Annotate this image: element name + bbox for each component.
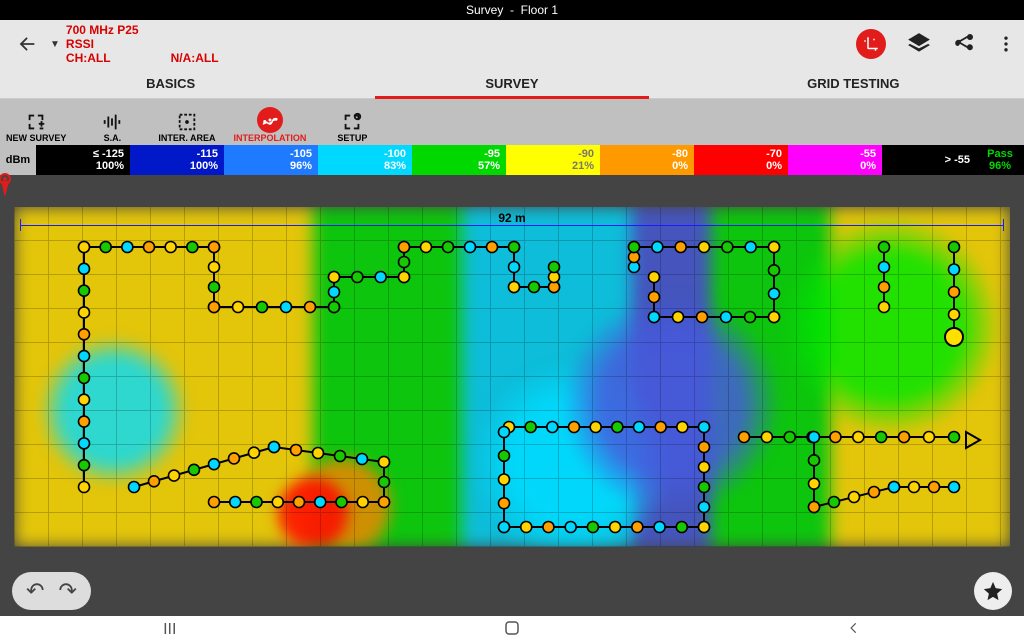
survey-toolbar: NEW SURVEY S.A. INTER. AREA INTERPOLATIO… xyxy=(0,99,1024,145)
legend-bin-9: > -55 xyxy=(882,145,976,175)
tool-interpolation[interactable]: INTERPOLATION xyxy=(234,107,307,143)
path-endpoint-marker xyxy=(945,328,963,346)
tool-setup[interactable]: SETUP xyxy=(324,111,380,143)
tool-interpolation-label: INTERPOLATION xyxy=(234,133,307,143)
header-bar: ▼ 700 MHz P25 RSSI CH:ALL N/A:ALL xyxy=(0,20,1024,68)
band-label: 700 MHz P25 xyxy=(66,23,219,37)
status-title-left: Survey xyxy=(466,3,503,17)
tool-new-survey-label: NEW SURVEY xyxy=(6,133,66,143)
legend-unit: dBm xyxy=(0,145,36,175)
legend-bin-2: -10596% xyxy=(224,145,318,175)
tool-sa[interactable]: S.A. xyxy=(84,111,140,143)
legend-bin-6: -800% xyxy=(600,145,694,175)
crop-icon xyxy=(862,35,880,53)
direction-marker xyxy=(966,432,980,448)
signal-info: 700 MHz P25 RSSI CH:ALL N/A:ALL xyxy=(60,23,219,65)
tool-new-survey[interactable]: NEW SURVEY xyxy=(6,111,66,143)
tool-setup-label: SETUP xyxy=(337,133,367,143)
star-icon xyxy=(982,580,1004,602)
interpolation-icon xyxy=(257,107,283,133)
favorite-button[interactable] xyxy=(974,572,1012,610)
legend-bin-4: -9557% xyxy=(412,145,506,175)
setup-icon xyxy=(341,111,363,133)
metric-label: RSSI xyxy=(66,37,219,51)
legend-bin-0: ≤ -125100% xyxy=(36,145,130,175)
legend-bin-3: -10083% xyxy=(318,145,412,175)
tab-survey[interactable]: SURVEY xyxy=(341,68,682,98)
na-label: N/A:ALL xyxy=(171,51,219,65)
legend-pass: Pass 96% xyxy=(976,145,1024,175)
tool-inter-area-label: INTER. AREA xyxy=(158,133,215,143)
android-navbar: III xyxy=(0,616,1024,641)
status-title-right: Floor 1 xyxy=(521,3,558,17)
tool-inter-area[interactable]: INTER. AREA xyxy=(158,111,215,143)
legend-bin-7: -700% xyxy=(694,145,788,175)
undo-button[interactable]: ↶ xyxy=(26,578,44,604)
more-vert-icon xyxy=(996,32,1016,56)
tab-grid-testing[interactable]: GRID TESTING xyxy=(683,68,1024,98)
back-button[interactable] xyxy=(0,33,54,55)
arrow-left-icon xyxy=(16,33,38,55)
legend: dBm ≤ -125100%-115100%-10596%-10083%-955… xyxy=(0,145,1024,175)
dropdown-caret[interactable]: ▼ xyxy=(50,39,60,50)
layers-button[interactable] xyxy=(906,31,932,57)
heatmap[interactable]: 92 m xyxy=(14,207,1010,547)
more-button[interactable] xyxy=(996,32,1016,56)
spectrum-icon xyxy=(101,111,123,133)
legend-bin-8: -550% xyxy=(788,145,882,175)
undo-redo-group: ↶ ↷ xyxy=(12,572,91,610)
legend-bin-1: -115100% xyxy=(130,145,224,175)
status-sep: - xyxy=(510,3,514,17)
share-icon xyxy=(952,32,976,56)
chevron-left-icon xyxy=(847,621,861,635)
walk-path xyxy=(14,207,1010,547)
home-icon xyxy=(503,619,521,637)
tab-basics-label: BASICS xyxy=(146,76,195,91)
nav-back[interactable] xyxy=(847,621,861,640)
nav-home[interactable] xyxy=(503,619,521,641)
legend-pass-label: Pass xyxy=(987,148,1013,160)
channel-label: CH:ALL xyxy=(66,51,111,65)
legend-bin-5: -9021% xyxy=(506,145,600,175)
legend-pass-value: 96% xyxy=(989,160,1011,172)
share-button[interactable] xyxy=(952,32,976,56)
crop-button[interactable] xyxy=(856,29,886,59)
status-bar: Survey - Floor 1 xyxy=(0,0,1024,20)
tab-survey-label: SURVEY xyxy=(485,76,538,91)
nav-recents[interactable]: III xyxy=(163,621,176,639)
redo-button[interactable]: ↷ xyxy=(58,578,76,604)
layers-icon xyxy=(906,31,932,57)
map-canvas[interactable]: 92 m xyxy=(0,175,1024,566)
transmitter-icon xyxy=(0,173,14,202)
tab-grid-testing-label: GRID TESTING xyxy=(807,76,899,91)
bottom-bar: ↶ ↷ xyxy=(0,566,1024,616)
area-icon xyxy=(176,111,198,133)
tab-basics[interactable]: BASICS xyxy=(0,68,341,98)
new-survey-icon xyxy=(25,111,47,133)
tool-sa-label: S.A. xyxy=(104,133,122,143)
tabs: BASICS SURVEY GRID TESTING xyxy=(0,68,1024,99)
